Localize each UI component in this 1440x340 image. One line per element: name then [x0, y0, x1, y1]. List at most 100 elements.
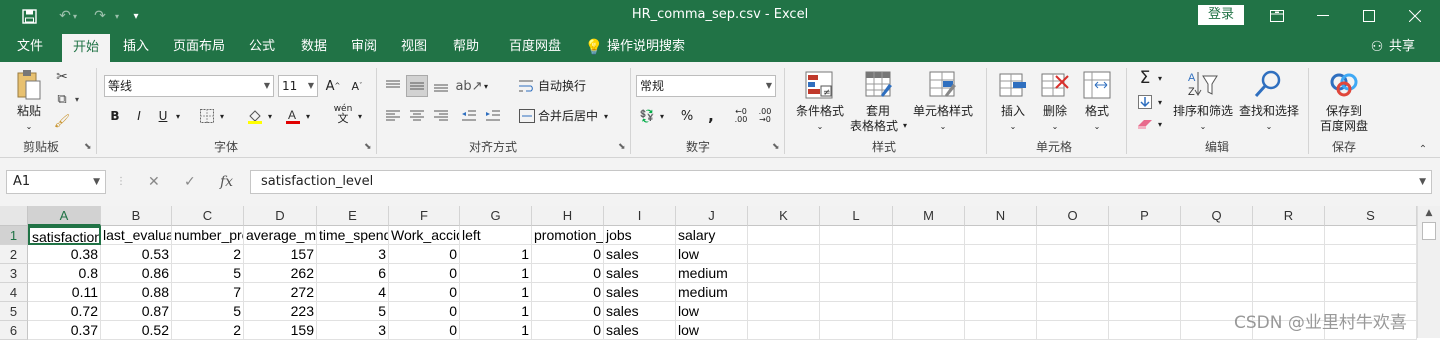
- minimize-icon[interactable]: [1300, 0, 1346, 32]
- accounting-dropdown-icon[interactable]: ▾: [656, 105, 668, 127]
- column-header-d[interactable]: D: [244, 206, 317, 226]
- save-icon[interactable]: [14, 0, 44, 32]
- column-header-n[interactable]: N: [965, 206, 1037, 226]
- empty-cell[interactable]: [748, 264, 820, 283]
- empty-cell[interactable]: [965, 302, 1037, 321]
- table-cell[interactable]: 3: [317, 321, 389, 340]
- column-header-e[interactable]: E: [317, 206, 389, 226]
- empty-cell[interactable]: [1181, 283, 1253, 302]
- table-cell[interactable]: 0.72: [28, 302, 101, 321]
- redo-icon[interactable]: ↷: [88, 0, 112, 32]
- column-header-f[interactable]: F: [389, 206, 460, 226]
- font-size-combo[interactable]: 11 ▼: [278, 75, 318, 97]
- empty-cell[interactable]: [1181, 245, 1253, 264]
- sort-dropdown-icon[interactable]: ⌄: [1172, 120, 1234, 134]
- font-launcher-icon[interactable]: ⬊: [364, 142, 372, 152]
- empty-cell[interactable]: [820, 321, 893, 340]
- collapse-ribbon-icon[interactable]: ⌃: [1414, 142, 1432, 156]
- table-cell[interactable]: low: [676, 302, 748, 321]
- table-cell[interactable]: 0.88: [101, 283, 172, 302]
- empty-cell[interactable]: [893, 226, 965, 245]
- vertical-scrollbar[interactable]: ▲: [1417, 206, 1440, 338]
- empty-cell[interactable]: [893, 302, 965, 321]
- find-select-button[interactable]: 查找和选择: [1236, 104, 1302, 118]
- empty-cell[interactable]: [820, 245, 893, 264]
- insert-dropdown-icon[interactable]: ⌄: [994, 120, 1032, 134]
- redo-dropdown-icon[interactable]: ▾: [110, 0, 124, 32]
- empty-cell[interactable]: [1037, 226, 1109, 245]
- table-cell[interactable]: 0: [532, 283, 604, 302]
- row-header-5[interactable]: 5: [0, 302, 28, 321]
- empty-cell[interactable]: [1325, 226, 1417, 245]
- clear-icon[interactable]: [1134, 113, 1156, 135]
- table-cell[interactable]: 7: [172, 283, 244, 302]
- save-netdisk-line1[interactable]: 保存到: [1312, 104, 1376, 118]
- underline-button[interactable]: U: [152, 105, 174, 127]
- empty-cell[interactable]: [1325, 264, 1417, 283]
- format-as-table-line2[interactable]: 表格格式: [846, 119, 902, 133]
- scroll-thumb[interactable]: [1422, 222, 1436, 240]
- format-dropdown-icon[interactable]: ⌄: [1078, 120, 1116, 134]
- header-cell[interactable]: left: [460, 226, 532, 245]
- increase-decimal-icon[interactable]: ←0.00: [730, 105, 752, 127]
- format-cells-icon[interactable]: [1082, 70, 1112, 100]
- empty-cell[interactable]: [820, 302, 893, 321]
- table-cell[interactable]: 0: [389, 321, 460, 340]
- cell-styles-button[interactable]: 单元格样式: [910, 104, 976, 118]
- header-cell[interactable]: promotion_last_5years: [532, 226, 604, 245]
- ribbon-display-options-icon[interactable]: [1254, 0, 1300, 32]
- table-cell[interactable]: medium: [676, 264, 748, 283]
- tell-me-search[interactable]: 操作说明搜索: [604, 32, 688, 62]
- header-cell[interactable]: time_spend_company: [317, 226, 389, 245]
- empty-cell[interactable]: [1181, 226, 1253, 245]
- accounting-format-icon[interactable]: 💱: [636, 105, 658, 127]
- empty-cell[interactable]: [1109, 283, 1181, 302]
- tab-view[interactable]: 视图: [392, 32, 436, 62]
- table-cell[interactable]: 0: [389, 245, 460, 264]
- table-cell[interactable]: 0.37: [28, 321, 101, 340]
- fill-color-dropdown-icon[interactable]: ▾: [264, 105, 276, 127]
- increase-font-icon[interactable]: A ^: [322, 75, 344, 97]
- table-cell[interactable]: sales: [604, 302, 676, 321]
- insert-function-icon[interactable]: fx: [220, 170, 233, 194]
- wrap-text-icon[interactable]: [516, 75, 538, 97]
- empty-cell[interactable]: [1109, 321, 1181, 340]
- tab-data[interactable]: 数据: [292, 32, 336, 62]
- table-cell[interactable]: 0: [532, 302, 604, 321]
- table-cell[interactable]: 0: [389, 302, 460, 321]
- conditional-dropdown-icon[interactable]: ⌄: [790, 120, 850, 134]
- column-header-m[interactable]: M: [893, 206, 965, 226]
- percent-button[interactable]: %: [676, 105, 698, 127]
- tab-file[interactable]: 文件: [8, 32, 52, 62]
- number-format-combo[interactable]: 常规 ▼: [636, 75, 776, 97]
- empty-cell[interactable]: [748, 302, 820, 321]
- header-cell[interactable]: last_evaluation: [101, 226, 172, 245]
- tab-baidu-netdisk[interactable]: 百度网盘: [500, 32, 570, 62]
- table-cell[interactable]: sales: [604, 264, 676, 283]
- formula-input[interactable]: satisfaction_level ▼: [250, 170, 1432, 194]
- fill-dropdown-icon[interactable]: ▾: [1154, 91, 1166, 113]
- table-cell[interactable]: low: [676, 321, 748, 340]
- table-cell[interactable]: 5: [172, 302, 244, 321]
- table-cell[interactable]: 0.86: [101, 264, 172, 283]
- tab-page-layout[interactable]: 页面布局: [166, 32, 232, 62]
- clipboard-launcher-icon[interactable]: ⬊: [84, 142, 92, 152]
- empty-cell[interactable]: [965, 226, 1037, 245]
- empty-cell[interactable]: [1109, 245, 1181, 264]
- column-header-q[interactable]: Q: [1181, 206, 1253, 226]
- empty-cell[interactable]: [748, 321, 820, 340]
- orientation-icon[interactable]: ab↗: [455, 75, 482, 97]
- empty-cell[interactable]: [965, 283, 1037, 302]
- find-select-icon[interactable]: [1252, 68, 1284, 100]
- decrease-decimal-icon[interactable]: .00 →0: [754, 105, 776, 127]
- empty-cell[interactable]: [1253, 264, 1325, 283]
- paste-dropdown-icon[interactable]: ⌄: [8, 120, 50, 134]
- cut-icon[interactable]: ✂: [52, 68, 72, 86]
- table-cell[interactable]: 272: [244, 283, 317, 302]
- table-cell[interactable]: 1: [460, 302, 532, 321]
- table-cell[interactable]: low: [676, 245, 748, 264]
- phonetic-dropdown-icon[interactable]: ▾: [354, 105, 366, 127]
- name-box[interactable]: A1 ▼: [6, 170, 106, 194]
- empty-cell[interactable]: [965, 264, 1037, 283]
- table-cell[interactable]: 1: [460, 264, 532, 283]
